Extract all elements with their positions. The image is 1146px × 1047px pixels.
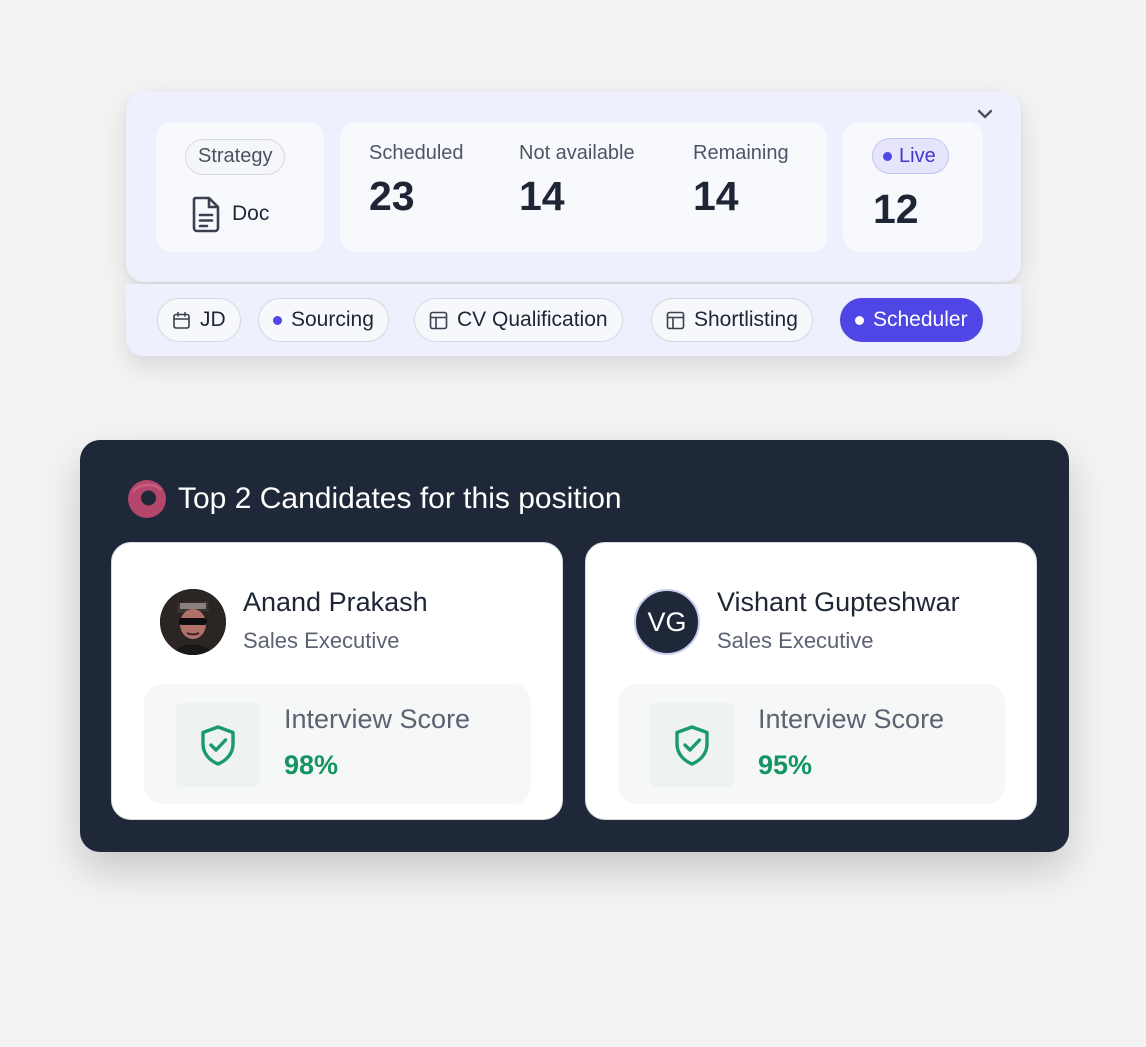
candidate-card[interactable]: Anand Prakash Sales Executive Interview …	[111, 542, 563, 820]
live-label: Live	[899, 144, 936, 167]
strategy-tag: Strategy	[185, 139, 286, 175]
shield-tile	[650, 703, 734, 787]
shield-tile	[176, 703, 260, 787]
panel-header: Top 2 Candidates for this position	[126, 478, 622, 520]
live-card: Live 12	[843, 122, 983, 252]
stat-value: 14	[519, 173, 565, 219]
candidate-card[interactable]: VG Vishant Gupteshwar Sales Executive In…	[585, 542, 1037, 820]
overview-panel: Strategy Doc Scheduled 23 Not available …	[126, 92, 1021, 282]
pipeline-bar: JD Sourcing CV Qualification Shortlistin…	[126, 284, 1021, 356]
collapse-button[interactable]	[975, 104, 995, 124]
shield-check-icon	[201, 725, 235, 766]
candidate-role: Sales Executive	[243, 628, 400, 653]
calendar-icon	[173, 311, 190, 329]
stage-sourcing[interactable]: Sourcing	[258, 298, 389, 342]
stage-label: Sourcing	[291, 308, 374, 331]
stage-label: Scheduler	[873, 308, 968, 331]
stage-scheduler[interactable]: Scheduler	[840, 298, 983, 342]
stat-value: 23	[369, 173, 415, 219]
score-value: 95%	[758, 750, 813, 780]
chevron-down-icon	[977, 109, 993, 119]
page: Strategy Doc Scheduled 23 Not available …	[0, 0, 1146, 1047]
live-count: 12	[873, 186, 919, 232]
stat-not-available: Not available 14	[519, 142, 635, 220]
avatar: VG	[634, 589, 700, 655]
live-badge: Live	[872, 138, 949, 174]
shield-check-icon	[675, 725, 709, 766]
table-icon	[666, 311, 685, 329]
interview-score-box: Interview Score 98%	[144, 684, 531, 804]
stage-label: Shortlisting	[694, 308, 798, 331]
stat-remaining: Remaining 14	[693, 142, 789, 220]
dot-icon	[273, 315, 282, 325]
stage-cv-qualification[interactable]: CV Qualification	[414, 298, 623, 342]
candidate-role: Sales Executive	[717, 628, 874, 653]
stat-label: Scheduled	[369, 142, 464, 164]
table-icon	[429, 311, 448, 329]
dot-icon	[855, 315, 864, 325]
live-dot-icon	[883, 151, 892, 161]
score-value: 98%	[284, 750, 339, 780]
interview-score-box: Interview Score 95%	[618, 684, 1005, 804]
score-label: Interview Score	[284, 704, 471, 734]
doc-label: Doc	[232, 202, 270, 225]
avatar-photo-image	[160, 589, 226, 655]
document-icon	[192, 196, 220, 233]
stat-label: Not available	[519, 142, 635, 164]
candidate-name: Anand Prakash	[243, 587, 428, 617]
candidate-name: Vishant Gupteshwar	[717, 587, 960, 617]
score-label: Interview Score	[758, 704, 945, 734]
stage-jd[interactable]: JD	[157, 298, 241, 342]
panel-title: Top 2 Candidates for this position	[178, 482, 622, 515]
stat-value: 14	[693, 173, 739, 219]
stage-label: JD	[200, 308, 226, 331]
top-candidates-panel: Top 2 Candidates for this position Anand…	[80, 440, 1069, 852]
counts-card: Scheduled 23 Not available 14 Remaining …	[340, 122, 827, 252]
stat-label: Remaining	[693, 142, 789, 164]
stage-shortlisting[interactable]: Shortlisting	[651, 298, 813, 342]
brand-logo-icon	[128, 480, 166, 518]
stage-label: CV Qualification	[457, 308, 608, 331]
strategy-doc-link[interactable]: Doc	[190, 195, 269, 233]
stat-scheduled: Scheduled 23	[369, 142, 464, 220]
strategy-card[interactable]: Strategy Doc	[156, 122, 324, 252]
avatar	[160, 589, 226, 655]
